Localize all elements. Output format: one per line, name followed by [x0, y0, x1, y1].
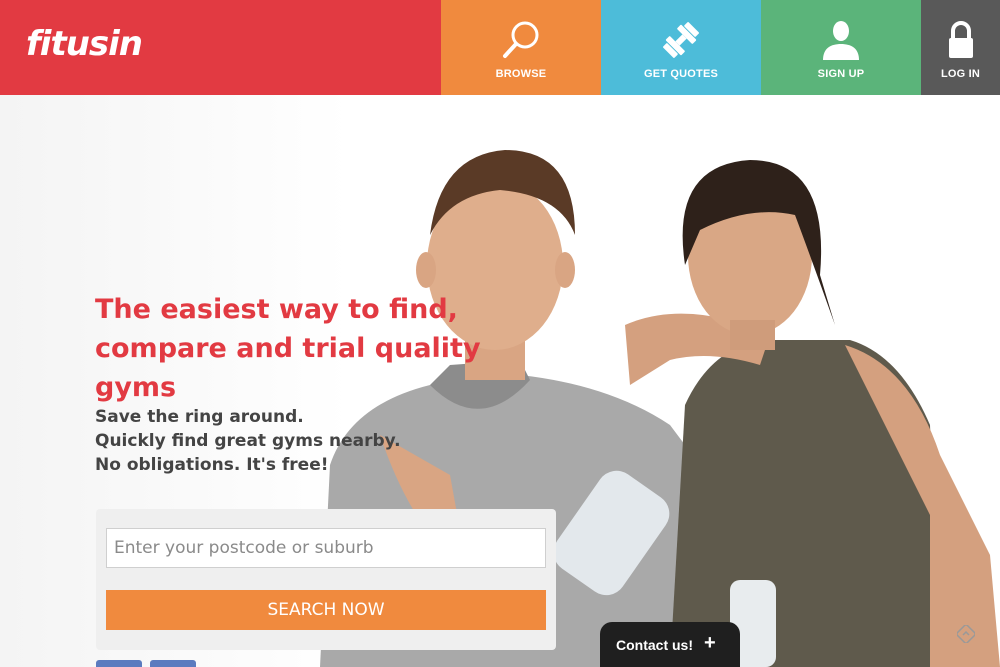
social-button-1[interactable] — [96, 660, 142, 667]
hero-subtext: Save the ring around. Quickly find great… — [95, 405, 401, 477]
hero-subtext-line-3: No obligations. It's free! — [95, 455, 329, 475]
nav-log-in-label: LOG IN — [940, 68, 981, 80]
contact-us-tab[interactable]: Contact us! + — [600, 622, 740, 667]
hero-subtext-line-2: Quickly find great gyms nearby. — [95, 431, 401, 451]
brand-area: fitusin — [0, 0, 441, 95]
nav-browse[interactable]: BROWSE — [441, 0, 601, 95]
social-button-2[interactable] — [150, 660, 196, 667]
hero-headline-line-2: compare and trial quality gyms — [95, 333, 481, 403]
nav-browse-label: BROWSE — [495, 68, 547, 80]
dumbbell-icon — [663, 22, 699, 58]
user-icon — [823, 21, 859, 60]
search-panel: SEARCH NOW — [96, 509, 556, 650]
postcode-search-input[interactable] — [106, 528, 546, 568]
nav-sign-up[interactable]: SIGN UP — [761, 0, 921, 95]
hero-section: The easiest way to find, compare and tri… — [0, 95, 1000, 667]
contact-us-label: Contact us! — [616, 637, 693, 653]
hero-headline: The easiest way to find, compare and tri… — [95, 290, 565, 407]
nav-log-in[interactable]: LOG IN — [921, 0, 1000, 95]
nav-sign-up-label: SIGN UP — [817, 68, 865, 80]
site-logo[interactable]: fitusin — [26, 24, 143, 64]
social-buttons — [96, 660, 196, 667]
nav-get-quotes-label: GET QUOTES — [643, 68, 719, 80]
nav-get-quotes[interactable]: GET QUOTES — [601, 0, 761, 95]
lock-icon — [948, 21, 973, 58]
hero-headline-line-1: The easiest way to find, — [95, 294, 458, 325]
search-icon — [503, 21, 539, 58]
hero-subtext-line-1: Save the ring around. — [95, 407, 304, 427]
plus-icon: + — [704, 632, 716, 654]
scroll-to-top-icon[interactable] — [957, 625, 975, 643]
site-header: fitusin BROWSE GET QUOTES SIGN UP LOG IN — [0, 0, 1000, 95]
search-now-button[interactable]: SEARCH NOW — [106, 590, 546, 630]
